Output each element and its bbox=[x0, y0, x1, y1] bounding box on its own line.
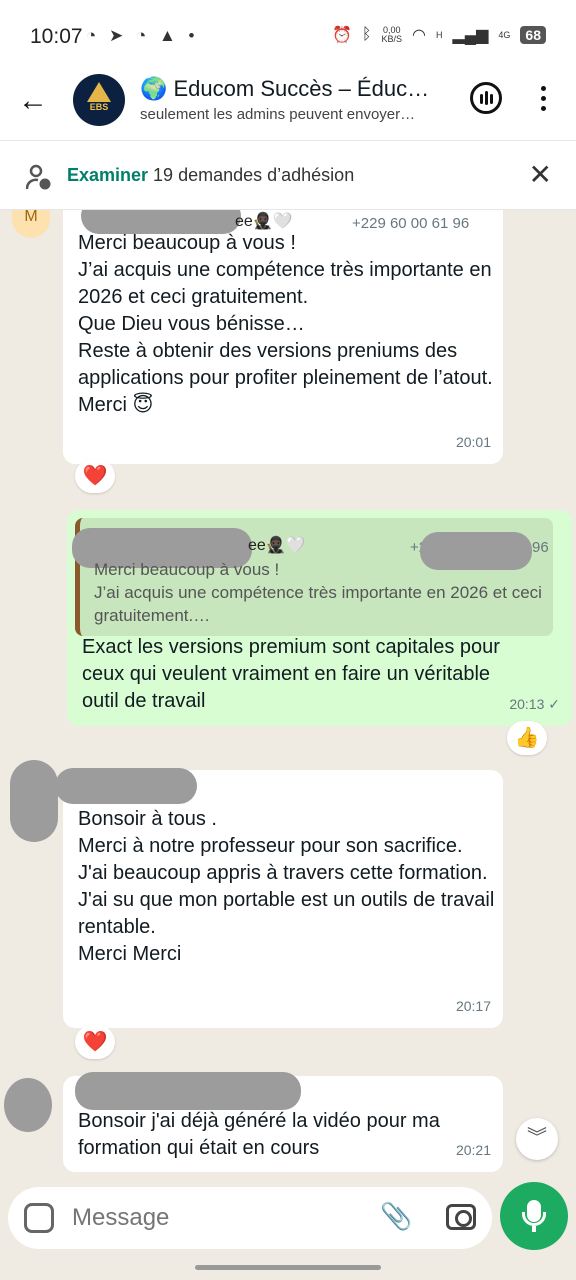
close-icon[interactable]: ✕ bbox=[529, 161, 552, 189]
alarm-icon: ⏰ bbox=[331, 27, 352, 44]
reaction-heart[interactable]: ❤️ bbox=[75, 1025, 115, 1059]
message-time: 20:01 bbox=[455, 434, 491, 450]
more-options-icon[interactable] bbox=[532, 82, 564, 114]
sticker-emoji-icon[interactable] bbox=[24, 1203, 54, 1233]
group-title[interactable]: 🌍 Educom Succès – Éduc… bbox=[140, 76, 429, 102]
message-text: Merci beaucoup à vous ! J’ai acquis une … bbox=[78, 232, 493, 416]
chat-area[interactable]: M ee🥷🏿🤍 +229 60 00 61 96 Merci beaucoup … bbox=[0, 210, 576, 1186]
review-link[interactable]: Examiner bbox=[67, 165, 148, 185]
wifi-icon: ◠ bbox=[411, 27, 426, 44]
navigation-handle[interactable] bbox=[195, 1265, 381, 1270]
reaction-thumbs-up[interactable]: 👍 bbox=[507, 721, 547, 755]
redacted-sender bbox=[55, 768, 197, 804]
redacted-avatar bbox=[10, 760, 58, 842]
sender-avatar[interactable]: M bbox=[12, 210, 50, 238]
redacted-sender bbox=[75, 1072, 301, 1110]
message-text: Bonsoir j'ai déjà généré la vidéo pour m… bbox=[78, 1110, 440, 1159]
message-time: 20:13 ✓ bbox=[509, 696, 560, 712]
data-rate: 0,00 KB/S bbox=[381, 25, 402, 44]
status-right: ⏰ ᛒ 0,00 KB/S ◠ H ▂▄▆ 4G 68 bbox=[332, 25, 546, 45]
group-subtitle[interactable]: seulement les admins peuvent envoyer… bbox=[140, 106, 415, 123]
redacted-avatar bbox=[4, 1078, 52, 1132]
message-bubble[interactable]: Bonsoir à tous . Merci à notre professeu… bbox=[55, 768, 503, 1028]
logo-triangle-icon bbox=[87, 82, 111, 102]
quote-text: Merci beaucoup à vous ! J’ai acquis une … bbox=[94, 560, 542, 625]
chat-header: ← EBS 🌍 Educom Succès – Éduc… seulement … bbox=[0, 72, 576, 140]
avatar-logo-text: EBS bbox=[89, 102, 109, 112]
message-input[interactable] bbox=[72, 1187, 352, 1249]
microphone-button[interactable] bbox=[500, 1182, 568, 1250]
attachment-icon[interactable]: 📎 bbox=[380, 1201, 412, 1232]
message-time: 20:21 bbox=[455, 1142, 491, 1158]
battery-icon: 68 bbox=[520, 26, 546, 44]
join-requests-banner[interactable]: Examiner 19 demandes d’adhésion ✕ bbox=[0, 140, 576, 210]
status-time: 10:07 bbox=[30, 25, 83, 48]
signal-icon: ▂▄▆ bbox=[452, 27, 489, 44]
join-requests-text: Examiner 19 demandes d’adhésion bbox=[67, 165, 355, 185]
quote-sender-name: ee🥷🏿🤍 bbox=[248, 537, 306, 554]
network-h: H bbox=[435, 29, 443, 40]
quote-phone-end: 96 bbox=[532, 539, 549, 556]
message-bubble[interactable]: ee🥷🏿🤍 +229 60 00 61 96 Merci beaucoup à … bbox=[63, 210, 503, 464]
scroll-down-icon[interactable]: ︾ bbox=[516, 1118, 558, 1160]
back-arrow-icon[interactable]: ← bbox=[18, 84, 52, 118]
group-avatar[interactable]: EBS bbox=[73, 74, 125, 126]
message-bubble[interactable]: Bonsoir j'ai déjà généré la vidéo pour m… bbox=[63, 1072, 503, 1172]
message-text: Bonsoir à tous . Merci à notre professeu… bbox=[78, 808, 495, 965]
reaction-heart[interactable]: ❤️ bbox=[75, 459, 115, 493]
quoted-message[interactable]: ee🥷🏿🤍 +2 96 Merci beaucoup à vous ! J’ai… bbox=[72, 518, 553, 636]
bluetooth-icon: ᛒ bbox=[361, 26, 372, 43]
message-time: 20:17 bbox=[455, 998, 491, 1014]
voice-chat-icon[interactable] bbox=[470, 82, 502, 114]
notification-icons: ◔ ➤ ◔ ▲ • bbox=[86, 26, 199, 45]
message-bubble-outgoing[interactable]: ee🥷🏿🤍 +2 96 Merci beaucoup à vous ! J’ai… bbox=[67, 510, 572, 726]
camera-icon[interactable] bbox=[446, 1204, 476, 1230]
network-4g: 4G bbox=[498, 29, 511, 40]
message-text: Exact les versions premium sont capitale… bbox=[82, 636, 500, 712]
status-bar: 10:07 ◔ ➤ ◔ ▲ • ⏰ ᛒ 0,00 KB/S ◠ H ▂▄▆ 4G … bbox=[0, 0, 576, 72]
message-composer: 📎 bbox=[8, 1187, 492, 1249]
person-clock-icon bbox=[26, 164, 51, 190]
